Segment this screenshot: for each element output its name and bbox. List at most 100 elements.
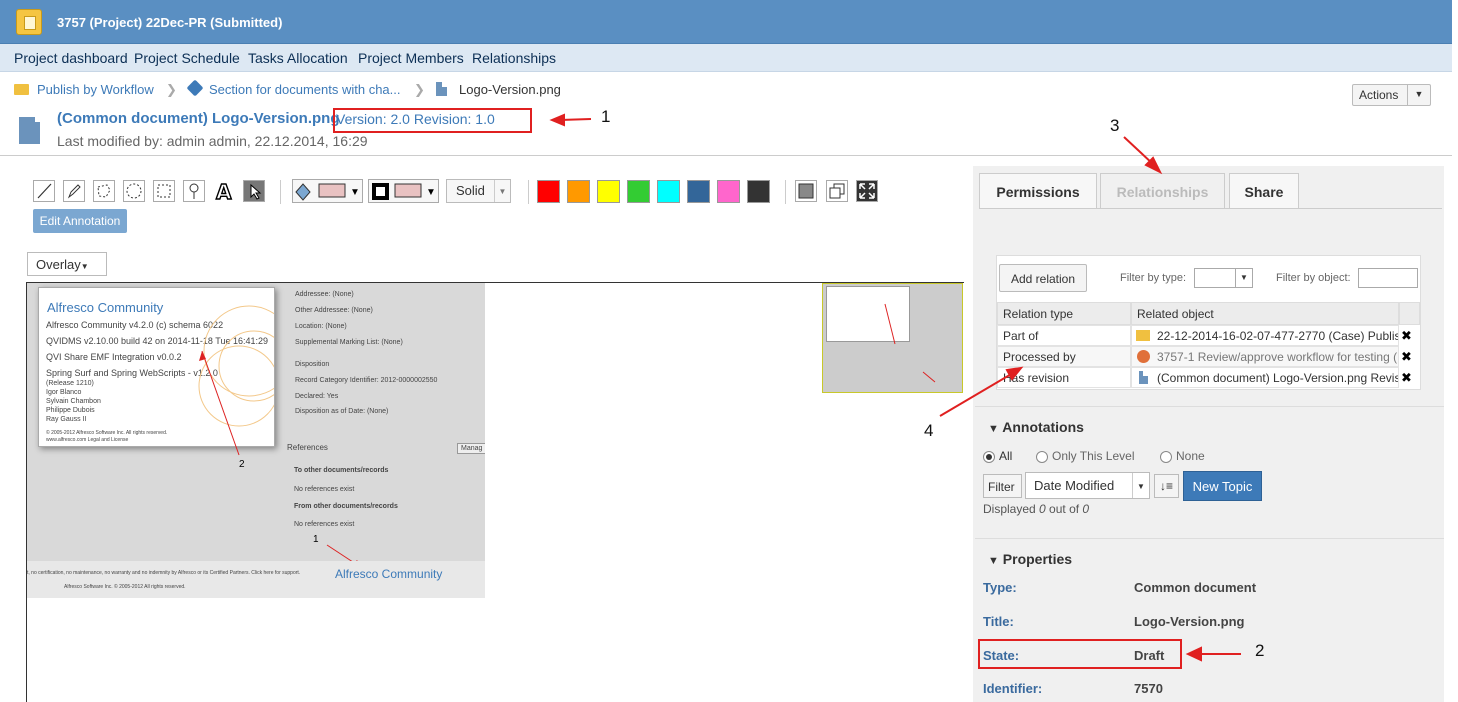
chevron-right-icon: ❯ — [414, 82, 425, 97]
displayed-total: 0 — [1082, 502, 1090, 516]
sort-order-icon[interactable]: ↓≡ — [1154, 474, 1179, 498]
add-relation-button[interactable]: Add relation — [999, 264, 1087, 292]
nav-project-schedule[interactable]: Project Schedule — [134, 50, 240, 66]
nav-relationships[interactable]: Relationships — [472, 50, 556, 66]
caret-down-icon: ▼ — [1235, 269, 1252, 287]
remove-relation-icon[interactable]: ✖ — [1401, 328, 1412, 344]
nav-project-members[interactable]: Project Members — [358, 50, 464, 66]
filter-button[interactable]: Filter — [983, 474, 1022, 498]
sort-field-select[interactable]: Date Modified ▼ — [1025, 472, 1150, 499]
folder-icon — [1136, 330, 1150, 341]
fill-shape-icon[interactable] — [795, 180, 817, 202]
column-actions — [1399, 302, 1420, 325]
document-large-icon — [19, 117, 40, 144]
svg-text:▼: ▼ — [350, 187, 360, 198]
filter-object-input[interactable] — [1358, 268, 1418, 288]
lasso-tool-icon[interactable] — [93, 180, 115, 202]
breadcrumb-section[interactable]: Section for documents with cha... — [209, 82, 400, 97]
toolbar-separator — [280, 180, 281, 204]
related-object-link[interactable]: 22-12-2014-16-02-07-477-2770 (Case) Publ… — [1131, 325, 1399, 346]
relation-type-cell: Part of — [997, 325, 1131, 346]
caret-down-icon: ▼ — [988, 423, 999, 435]
nav-project-dashboard[interactable]: Project dashboard — [14, 50, 128, 66]
fullscreen-icon[interactable] — [856, 180, 878, 202]
overlay-value: Overlay — [36, 257, 81, 272]
callout-box-state — [978, 639, 1182, 669]
radio-all-label: All — [999, 449, 1013, 463]
preview-thumbnail[interactable] — [822, 283, 963, 393]
color-swatch[interactable] — [687, 180, 710, 203]
preview-footer-brand: Alfresco Community — [335, 567, 443, 581]
caret-down-icon: ▼ — [988, 555, 999, 567]
workflow-icon — [1137, 350, 1150, 363]
preview-arrows — [199, 350, 363, 569]
preview-footer-text: t, no certification, no maintenance, no … — [27, 570, 301, 576]
rectangle-tool-icon[interactable] — [153, 180, 175, 202]
annotations-title: Annotations — [1002, 419, 1084, 435]
filter-type-select[interactable]: ▼ — [1194, 268, 1253, 288]
radio-all[interactable] — [983, 451, 995, 463]
nav-tasks-allocation[interactable]: Tasks Allocation — [248, 50, 348, 66]
stroke-color-picker[interactable]: ▼ — [368, 179, 439, 203]
folder-icon — [14, 84, 29, 95]
breadcrumb-publish-by-workflow[interactable]: Publish by Workflow — [37, 82, 154, 97]
overlay-select[interactable]: Overlay▼ — [27, 252, 107, 276]
displayed-count: Displayed 0 out of 0 — [983, 502, 1089, 516]
remove-relation-icon[interactable]: ✖ — [1401, 370, 1412, 386]
select-tool-icon[interactable] — [243, 180, 265, 202]
related-object-link[interactable]: 3757-1 Review/approve workflow for testi… — [1131, 346, 1399, 367]
column-relation-type[interactable]: Relation type — [997, 302, 1131, 325]
color-swatch[interactable] — [537, 180, 560, 203]
pin-tool-icon[interactable] — [183, 180, 205, 202]
radio-none-label: None — [1176, 449, 1205, 463]
pencil-tool-icon[interactable] — [63, 180, 85, 202]
project-title: 3757 (Project) 22Dec-PR (Submitted) — [57, 15, 283, 30]
color-swatch[interactable] — [717, 180, 740, 203]
property-label: Title: — [983, 614, 1014, 629]
color-swatch[interactable] — [597, 180, 620, 203]
line-tool-icon[interactable] — [33, 180, 55, 202]
line-style-value: Solid — [456, 183, 485, 198]
tab-permissions[interactable]: Permissions — [979, 173, 1097, 209]
new-topic-button[interactable]: New Topic — [1183, 471, 1262, 501]
top-bar: 3757 (Project) 22Dec-PR (Submitted) — [0, 0, 1452, 44]
color-swatch[interactable] — [567, 180, 590, 203]
text-tool-icon[interactable]: A — [213, 179, 235, 205]
document-icon — [436, 82, 447, 96]
color-swatch[interactable] — [627, 180, 650, 203]
tab-share[interactable]: Share — [1229, 173, 1299, 209]
actions-menu[interactable]: Actions ▼ — [1352, 84, 1431, 106]
thumbnail-arrows — [884, 303, 936, 383]
color-swatch[interactable] — [747, 180, 770, 203]
fill-color-picker[interactable]: ▼ — [292, 179, 363, 203]
ellipse-tool-icon[interactable] — [123, 180, 145, 202]
caret-down-icon: ▼ — [1132, 473, 1149, 498]
tab-relationships[interactable]: Relationships — [1100, 173, 1225, 209]
edit-annotation-button[interactable]: Edit Annotation — [33, 209, 127, 233]
properties-header[interactable]: ▼ Properties — [988, 551, 1072, 567]
document-preview-image: Alfresco Community Alfresco Community v4… — [27, 283, 485, 598]
project-icon — [16, 9, 42, 35]
color-swatch[interactable] — [657, 180, 680, 203]
related-object-link[interactable]: (Common document) Logo-Version.png Revis… — [1131, 367, 1399, 388]
section-divider — [975, 538, 1444, 539]
annotations-header[interactable]: ▼ Annotations — [988, 419, 1084, 435]
radio-none[interactable] — [1160, 451, 1172, 463]
properties-title: Properties — [1002, 551, 1073, 567]
filter-type-label: Filter by type: — [1120, 272, 1187, 284]
radio-only-this-level[interactable] — [1036, 451, 1048, 463]
toolbar-separator — [528, 180, 529, 204]
svg-text:A: A — [216, 180, 232, 202]
caret-down-icon: ▼ — [494, 180, 510, 202]
remove-relation-icon[interactable]: ✖ — [1401, 349, 1412, 365]
displayed-number: 0 — [1039, 502, 1046, 516]
column-related-object[interactable]: Related object — [1131, 302, 1399, 325]
chevron-right-icon: ❯ — [166, 82, 177, 97]
property-value: Logo-Version.png — [1134, 614, 1245, 629]
section-divider — [975, 406, 1444, 407]
preview-footer-copy: Alfresco Software Inc. © 2005-2012 All r… — [64, 584, 186, 590]
property-label: Type: — [983, 580, 1017, 595]
line-style-select[interactable]: Solid ▼ — [446, 179, 511, 203]
bring-to-front-icon[interactable] — [826, 180, 848, 202]
caret-down-icon: ▼ — [80, 262, 89, 271]
